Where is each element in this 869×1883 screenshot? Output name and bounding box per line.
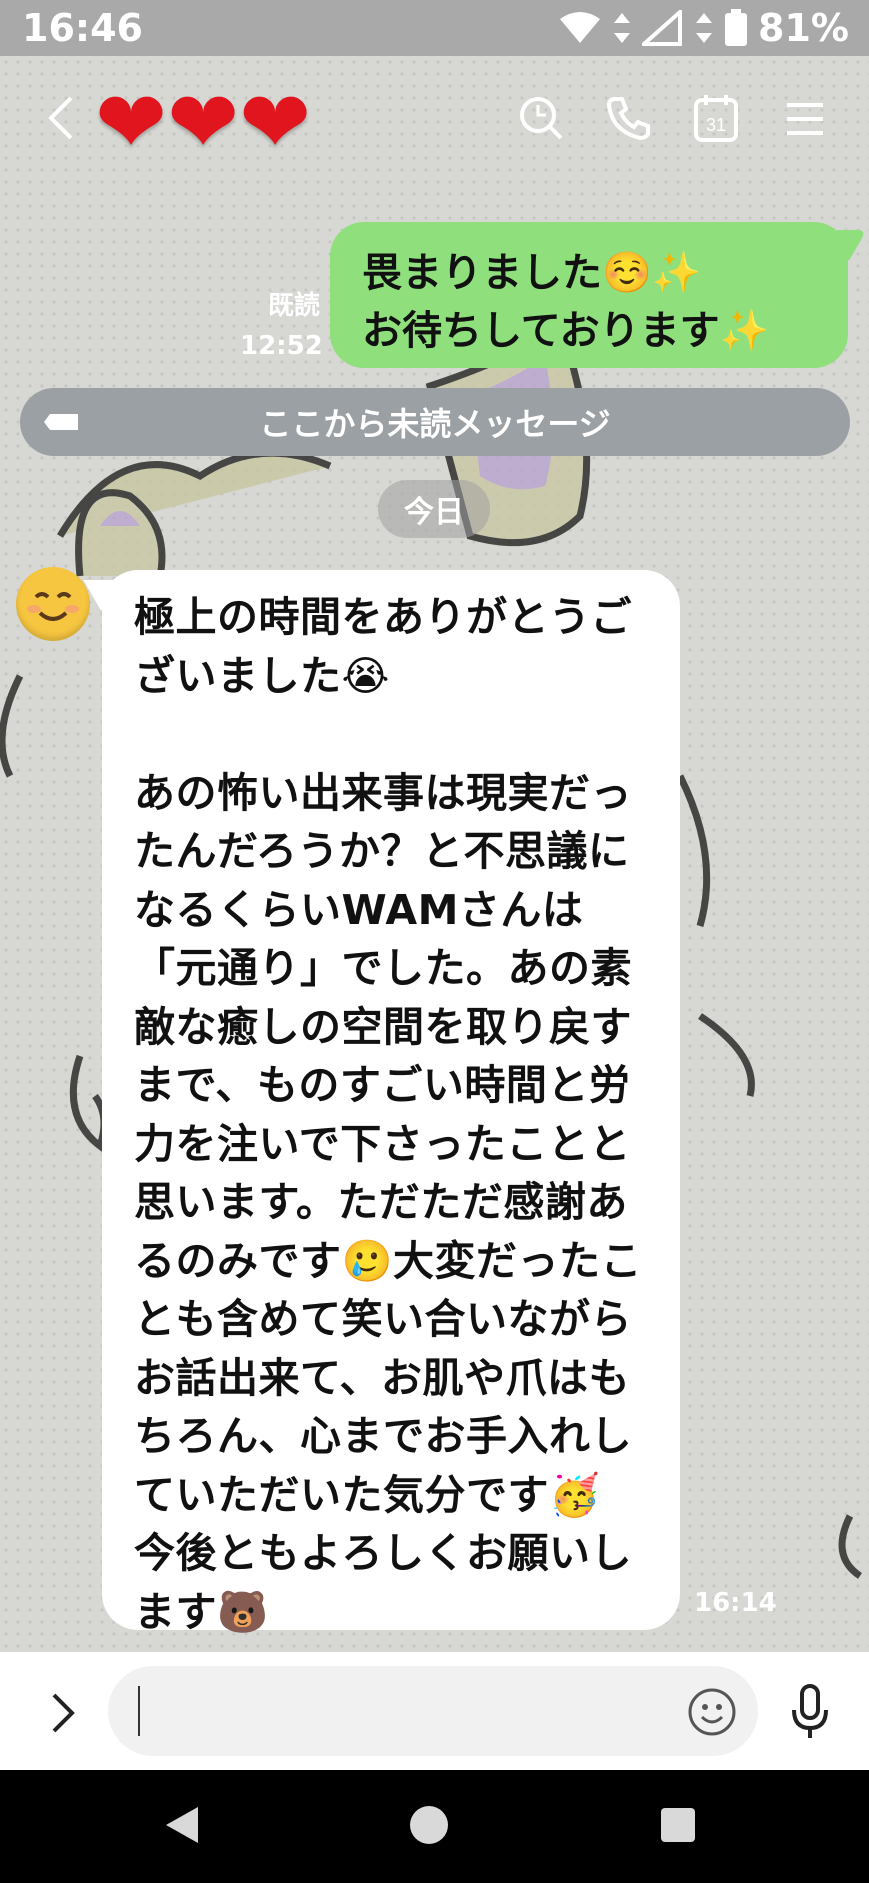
data-arrows-icon-2: [696, 13, 713, 43]
avatar[interactable]: [16, 567, 90, 641]
text-caret: [138, 1686, 140, 1736]
battery-icon: [725, 9, 748, 46]
back-icon: [166, 1807, 198, 1843]
wifi-icon: [560, 12, 601, 43]
nav-recents-button[interactable]: [656, 1802, 700, 1848]
heart-icon: ❤: [95, 73, 168, 173]
date-divider-label: 今日: [404, 495, 464, 530]
unread-divider: ここから未読メッセージ: [20, 388, 850, 456]
signal-icon: [642, 10, 683, 46]
chat-title-hearts: ❤ ❤ ❤: [95, 80, 311, 166]
battery-percent: 81%: [758, 6, 849, 50]
status-bar: 16:46 81%: [0, 0, 869, 56]
heart-icon: ❤: [167, 73, 240, 173]
heart-icon: ❤: [239, 73, 312, 173]
message-time: 12:52: [240, 331, 323, 361]
search-icon: [520, 97, 563, 140]
call-button[interactable]: [604, 92, 654, 144]
search-button[interactable]: [516, 92, 566, 144]
emoji-button[interactable]: [684, 1684, 740, 1740]
nav-back-button[interactable]: [160, 1800, 204, 1850]
read-receipt: 既読: [267, 291, 320, 321]
status-time: 16:46: [22, 6, 143, 50]
system-navigation-bar: [0, 1770, 869, 1883]
message-read-meta: 既読 12:52: [240, 286, 323, 366]
message-input[interactable]: [108, 1666, 758, 1756]
message-input-bar: [0, 1652, 869, 1770]
voice-button[interactable]: [782, 1680, 838, 1744]
message-time: 16:14: [694, 1588, 777, 1618]
unread-divider-label: ここから未読メッセージ: [259, 405, 611, 443]
tag-icon: [44, 414, 78, 430]
chevron-right-icon: [52, 1693, 75, 1733]
status-icons: 81%: [558, 6, 849, 50]
incoming-message-text: 極上の時間をありがとうございました😭 あの怖い出来事は現実だったんだろうか？と不…: [134, 593, 643, 1636]
message-line: お待ちしております✨: [362, 308, 770, 354]
expand-button[interactable]: [42, 1688, 82, 1738]
calendar-day: 31: [706, 115, 726, 135]
chevron-left-icon: [48, 96, 73, 140]
nav-home-button[interactable]: [406, 1802, 452, 1848]
calendar-icon: 31: [694, 95, 738, 142]
message-line: 畏まりました☺️✨: [362, 250, 702, 296]
calendar-button[interactable]: 31: [690, 90, 742, 146]
smiling-face-icon: [27, 592, 79, 621]
data-arrows-icon: [614, 13, 631, 43]
recents-icon: [661, 1808, 695, 1842]
home-icon: [410, 1806, 448, 1844]
microphone-icon: [792, 1684, 828, 1738]
date-divider: 今日: [378, 480, 490, 538]
incoming-message-bubble[interactable]: 極上の時間をありがとうございました😭 あの怖い出来事は現実だったんだろうか？と不…: [83, 570, 680, 1636]
outgoing-message-bubble[interactable]: 畏まりました☺️✨ お待ちしております✨: [330, 222, 867, 368]
menu-button[interactable]: [780, 94, 830, 144]
smiley-icon: [688, 1688, 736, 1736]
back-button[interactable]: [38, 92, 82, 144]
phone-icon: [606, 97, 650, 141]
menu-icon: [787, 103, 823, 135]
